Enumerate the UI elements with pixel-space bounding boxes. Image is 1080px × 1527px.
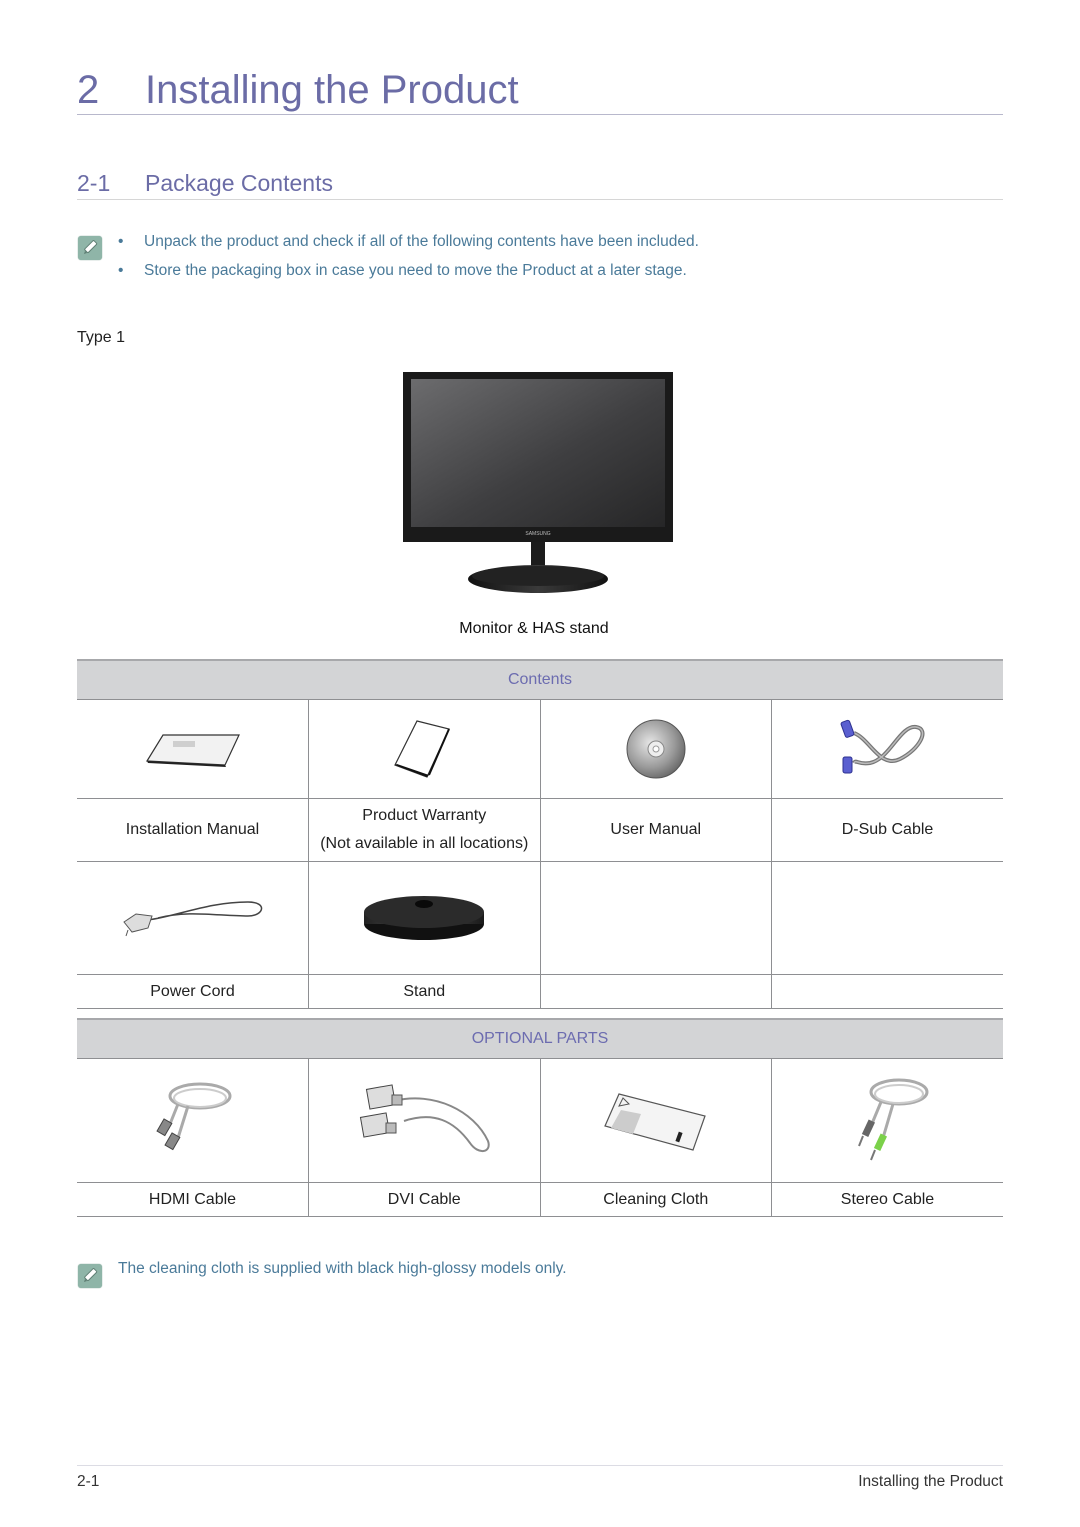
monitor-caption-text: Monitor & HAS stand: [459, 620, 609, 637]
item-label: [539, 974, 772, 1009]
monitor-image: SAMSUNG: [403, 372, 673, 600]
table-cell-image: [771, 1058, 1003, 1183]
table-cell-empty: [771, 861, 1003, 975]
type-label: Type 1: [77, 329, 126, 346]
table-row: HDMI Cable DVI Cable Cleaning Cloth Ster…: [77, 1182, 1003, 1217]
power-cord-icon: [122, 901, 262, 937]
monitor-caption: Monitor & HAS stand: [0, 620, 1080, 638]
item-label: [771, 974, 1003, 1009]
table-cell-image: [539, 699, 772, 799]
table-cell-image: [771, 699, 1003, 799]
item-label: D-Sub Cable: [771, 798, 1003, 862]
cleaning-cloth-note: The cleaning cloth is supplied with blac…: [118, 1260, 567, 1277]
item-label: Stand: [308, 974, 541, 1009]
item-label-warranty: Product Warranty (Not available in all l…: [308, 798, 541, 862]
table-cell-image: [539, 1058, 772, 1183]
table-cell-image: [77, 699, 309, 799]
chapter-heading: 2 Installing the Product: [77, 64, 1003, 115]
item-label: Cleaning Cloth: [539, 1182, 772, 1217]
contents-table-header: Contents: [77, 659, 1003, 700]
note-bullet-item: • Unpack the product and check if all of…: [118, 232, 699, 261]
note-pencil-icon: [78, 236, 102, 260]
item-label: DVI Cable: [308, 1182, 541, 1217]
item-label: User Manual: [539, 798, 772, 862]
hdmi-cable-icon: [155, 1082, 231, 1150]
note-text: Store the packaging box in case you need…: [144, 262, 687, 279]
page-footer: 2-1 Installing the Product: [77, 1465, 1003, 1490]
cleaning-cloth-icon: [603, 1092, 706, 1151]
note-bullet-item: • Store the packaging box in case you ne…: [118, 261, 699, 290]
table-row: [77, 1058, 1003, 1183]
note-text: Unpack the product and check if all of t…: [144, 233, 699, 250]
page-number: 2-1: [77, 1473, 100, 1490]
contents-table: Contents Installation Manual Product War…: [77, 659, 1003, 1009]
cd-disc-icon: [626, 719, 686, 779]
item-label: Power Cord: [77, 974, 309, 1009]
table-cell-image: [308, 699, 541, 799]
note-pencil-icon: [78, 1264, 102, 1288]
optional-parts-header: OPTIONAL PARTS: [77, 1018, 1003, 1059]
item-sublabel: (Not available in all locations): [320, 835, 529, 852]
optional-parts-table: OPTIONAL PARTS HDMI Cable DVI Cable Clea…: [77, 1018, 1003, 1217]
table-row: [77, 699, 1003, 799]
item-label: Stereo Cable: [771, 1182, 1003, 1217]
monitor-brand: SAMSUNG: [525, 531, 550, 537]
bullet-marker: •: [118, 233, 124, 250]
table-row: Power Cord Stand: [77, 974, 1003, 1009]
product-warranty-icon: [394, 720, 451, 778]
bullet-marker: •: [118, 262, 124, 279]
section-heading: 2-1 Package Contents: [77, 168, 1003, 200]
chapter-number: 2: [77, 68, 100, 112]
item-label: Product Warranty: [362, 807, 487, 824]
item-label: Installation Manual: [77, 798, 309, 862]
dsub-cable-icon: [840, 719, 924, 774]
section-title: Package Contents: [145, 170, 333, 196]
table-cell-image: [308, 1058, 541, 1183]
table-cell-image: [77, 861, 309, 975]
footer-chapter-title: Installing the Product: [858, 1473, 1003, 1490]
dvi-cable-icon: [360, 1083, 490, 1152]
stand-base-icon: [364, 896, 485, 940]
monitor-icon: SAMSUNG: [403, 372, 673, 593]
stereo-cable-icon: [857, 1078, 928, 1160]
table-cell-image: [77, 1058, 309, 1183]
note-bullet-list: • Unpack the product and check if all of…: [118, 232, 699, 290]
table-row: Installation Manual Product Warranty (No…: [77, 798, 1003, 862]
table-cell-empty: [539, 861, 772, 975]
chapter-title: Installing the Product: [145, 68, 519, 112]
table-cell-image: [308, 861, 541, 975]
item-label: HDMI Cable: [77, 1182, 309, 1217]
installation-manual-icon: [145, 734, 240, 767]
table-row: [77, 861, 1003, 975]
section-number: 2-1: [77, 170, 111, 196]
